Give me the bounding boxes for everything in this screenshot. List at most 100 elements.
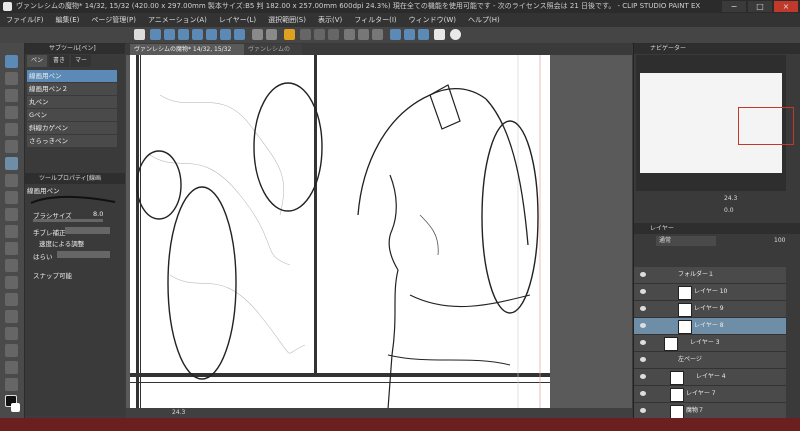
navigator-rotation[interactable]: 0.0 bbox=[724, 207, 734, 214]
visibility-eye-icon[interactable] bbox=[640, 340, 646, 345]
open-file-icon[interactable] bbox=[164, 29, 175, 40]
subtool-item[interactable]: Gペン bbox=[27, 109, 117, 121]
print-icon[interactable] bbox=[206, 29, 217, 40]
figure-icon[interactable] bbox=[5, 310, 18, 323]
layer-row[interactable]: レイヤー 7 bbox=[634, 386, 786, 403]
subtool-item[interactable]: 線画用ペン２ bbox=[27, 83, 117, 95]
layer-row[interactable]: レイヤー 4 bbox=[634, 369, 786, 386]
frame-border-icon[interactable] bbox=[5, 327, 18, 340]
doc-tab-inactive[interactable]: ヴァンレシムの bbox=[244, 44, 302, 55]
clip-studio-icon[interactable] bbox=[134, 29, 145, 40]
brush-size-value[interactable]: 8.0 bbox=[93, 210, 103, 218]
cut-icon[interactable] bbox=[300, 29, 311, 40]
brush-tool-icon[interactable] bbox=[5, 191, 18, 204]
maximize-button[interactable]: □ bbox=[748, 1, 772, 12]
brush-size-slider[interactable] bbox=[33, 219, 103, 222]
visibility-eye-icon[interactable] bbox=[640, 391, 646, 396]
snap-ruler-icon[interactable] bbox=[390, 29, 401, 40]
menu-page[interactable]: ページ管理(P) bbox=[85, 13, 142, 27]
layer-row[interactable]: フォルダー１ bbox=[634, 267, 786, 284]
fill-tool-icon[interactable] bbox=[5, 276, 18, 289]
move-tool-icon[interactable] bbox=[5, 55, 18, 68]
opacity-value[interactable]: 100 bbox=[774, 236, 785, 246]
gradient-icon[interactable] bbox=[5, 293, 18, 306]
stabilization-slider[interactable] bbox=[65, 227, 110, 234]
zoom-tool-icon[interactable] bbox=[5, 72, 18, 85]
visibility-eye-icon[interactable] bbox=[640, 408, 646, 413]
eyedropper-icon[interactable] bbox=[5, 140, 18, 153]
subtool-item[interactable]: 斜線カゲペン bbox=[27, 122, 117, 134]
minimize-button[interactable]: − bbox=[722, 1, 746, 12]
visibility-eye-icon[interactable] bbox=[640, 357, 646, 362]
visibility-eye-icon[interactable] bbox=[640, 306, 646, 311]
snap-perspective-icon[interactable] bbox=[418, 29, 429, 40]
deselect-icon[interactable] bbox=[358, 29, 369, 40]
sub-color-swatch[interactable] bbox=[11, 403, 20, 412]
eraser-icon[interactable] bbox=[5, 242, 18, 255]
menu-help[interactable]: ヘルプ(H) bbox=[462, 13, 506, 27]
export-icon[interactable] bbox=[192, 29, 203, 40]
visibility-eye-icon[interactable] bbox=[640, 323, 646, 328]
menu-window[interactable]: ウィンドウ(W) bbox=[403, 13, 462, 27]
new-file-icon[interactable] bbox=[150, 29, 161, 40]
subtool-panel: サブツール[ペン] ペン 書き マー 線画用ペン 線画用ペン２ 丸ペン Gペン … bbox=[25, 43, 125, 171]
close-button[interactable]: × bbox=[774, 1, 798, 12]
navigator-zoom[interactable]: 24.3 bbox=[724, 195, 737, 202]
move-layer-icon[interactable] bbox=[5, 106, 18, 119]
page-settings-icon[interactable] bbox=[234, 29, 245, 40]
blend-mode-select[interactable]: 通常 bbox=[656, 236, 716, 246]
menu-filter[interactable]: フィルター(I) bbox=[348, 13, 402, 27]
status-zoom[interactable]: 24.3 bbox=[172, 409, 185, 416]
tool-property-panel: ツールプロパティ[線画 線画用ペン ブラシサイズ 8.0 手ブレ補正 速度による… bbox=[25, 171, 125, 416]
layer-row-selected[interactable]: レイヤー 8 bbox=[634, 318, 786, 335]
navigator-view[interactable] bbox=[636, 55, 794, 191]
operation-tool-icon[interactable] bbox=[5, 89, 18, 102]
balloon-icon[interactable] bbox=[5, 378, 18, 391]
fill-icon[interactable] bbox=[344, 29, 355, 40]
lasso-tool-icon[interactable] bbox=[5, 123, 18, 136]
text-tool-icon[interactable] bbox=[5, 361, 18, 374]
paste-icon[interactable] bbox=[328, 29, 339, 40]
clear-icon[interactable] bbox=[284, 29, 295, 40]
menu-edit[interactable]: 編集(E) bbox=[50, 13, 86, 27]
undo-icon[interactable] bbox=[252, 29, 263, 40]
subtool-item[interactable]: さらっきペン bbox=[27, 135, 117, 147]
visibility-eye-icon[interactable] bbox=[640, 374, 646, 379]
layer-row[interactable]: レイヤー 3 bbox=[634, 335, 786, 352]
page-icon[interactable] bbox=[220, 29, 231, 40]
layer-row[interactable]: レイヤー 9 bbox=[634, 301, 786, 318]
pen-tool-icon[interactable] bbox=[5, 157, 18, 170]
redo-icon[interactable] bbox=[266, 29, 277, 40]
visibility-eye-icon[interactable] bbox=[640, 289, 646, 294]
subtool-item[interactable]: 丸ペン bbox=[27, 96, 117, 108]
pencil-tool-icon[interactable] bbox=[5, 174, 18, 187]
speed-adjust-label[interactable]: 速度による調整 bbox=[39, 238, 84, 248]
layer-row[interactable]: 左ページ bbox=[634, 352, 786, 369]
snap-checkbox-label[interactable]: スナップ可能 bbox=[33, 270, 72, 280]
visibility-eye-icon[interactable] bbox=[640, 272, 646, 277]
layer-row[interactable]: レイヤー 10 bbox=[634, 284, 786, 301]
subtool-item[interactable]: 線画用ペン bbox=[27, 70, 117, 82]
airbrush-icon[interactable] bbox=[5, 208, 18, 221]
decoration-icon[interactable] bbox=[5, 225, 18, 238]
tab-other[interactable]: マー bbox=[71, 55, 92, 67]
menu-layer[interactable]: レイヤー(L) bbox=[213, 13, 262, 27]
tab-marker[interactable]: 書き bbox=[49, 55, 70, 67]
transform-icon[interactable] bbox=[372, 29, 383, 40]
menu-file[interactable]: ファイル(F) bbox=[0, 13, 50, 27]
menu-view[interactable]: 表示(V) bbox=[312, 13, 348, 27]
drawing-canvas[interactable] bbox=[130, 55, 550, 409]
menu-select[interactable]: 選択範囲(S) bbox=[262, 13, 312, 27]
graduation-cap-icon[interactable] bbox=[434, 29, 445, 40]
copy-icon[interactable] bbox=[314, 29, 325, 40]
ruler-icon[interactable] bbox=[5, 344, 18, 357]
tab-pen[interactable]: ペン bbox=[27, 55, 48, 67]
pressure-slider[interactable] bbox=[57, 251, 110, 258]
help-icon[interactable] bbox=[450, 29, 461, 40]
navigator-viewport-frame[interactable] bbox=[738, 107, 794, 145]
menu-animation[interactable]: アニメーション(A) bbox=[142, 13, 213, 27]
doc-tab-active[interactable]: ヴァンレシムの魔物* 14/32, 15/32 bbox=[130, 44, 248, 55]
snap-grid-icon[interactable] bbox=[404, 29, 415, 40]
blend-icon[interactable] bbox=[5, 259, 18, 272]
save-icon[interactable] bbox=[178, 29, 189, 40]
